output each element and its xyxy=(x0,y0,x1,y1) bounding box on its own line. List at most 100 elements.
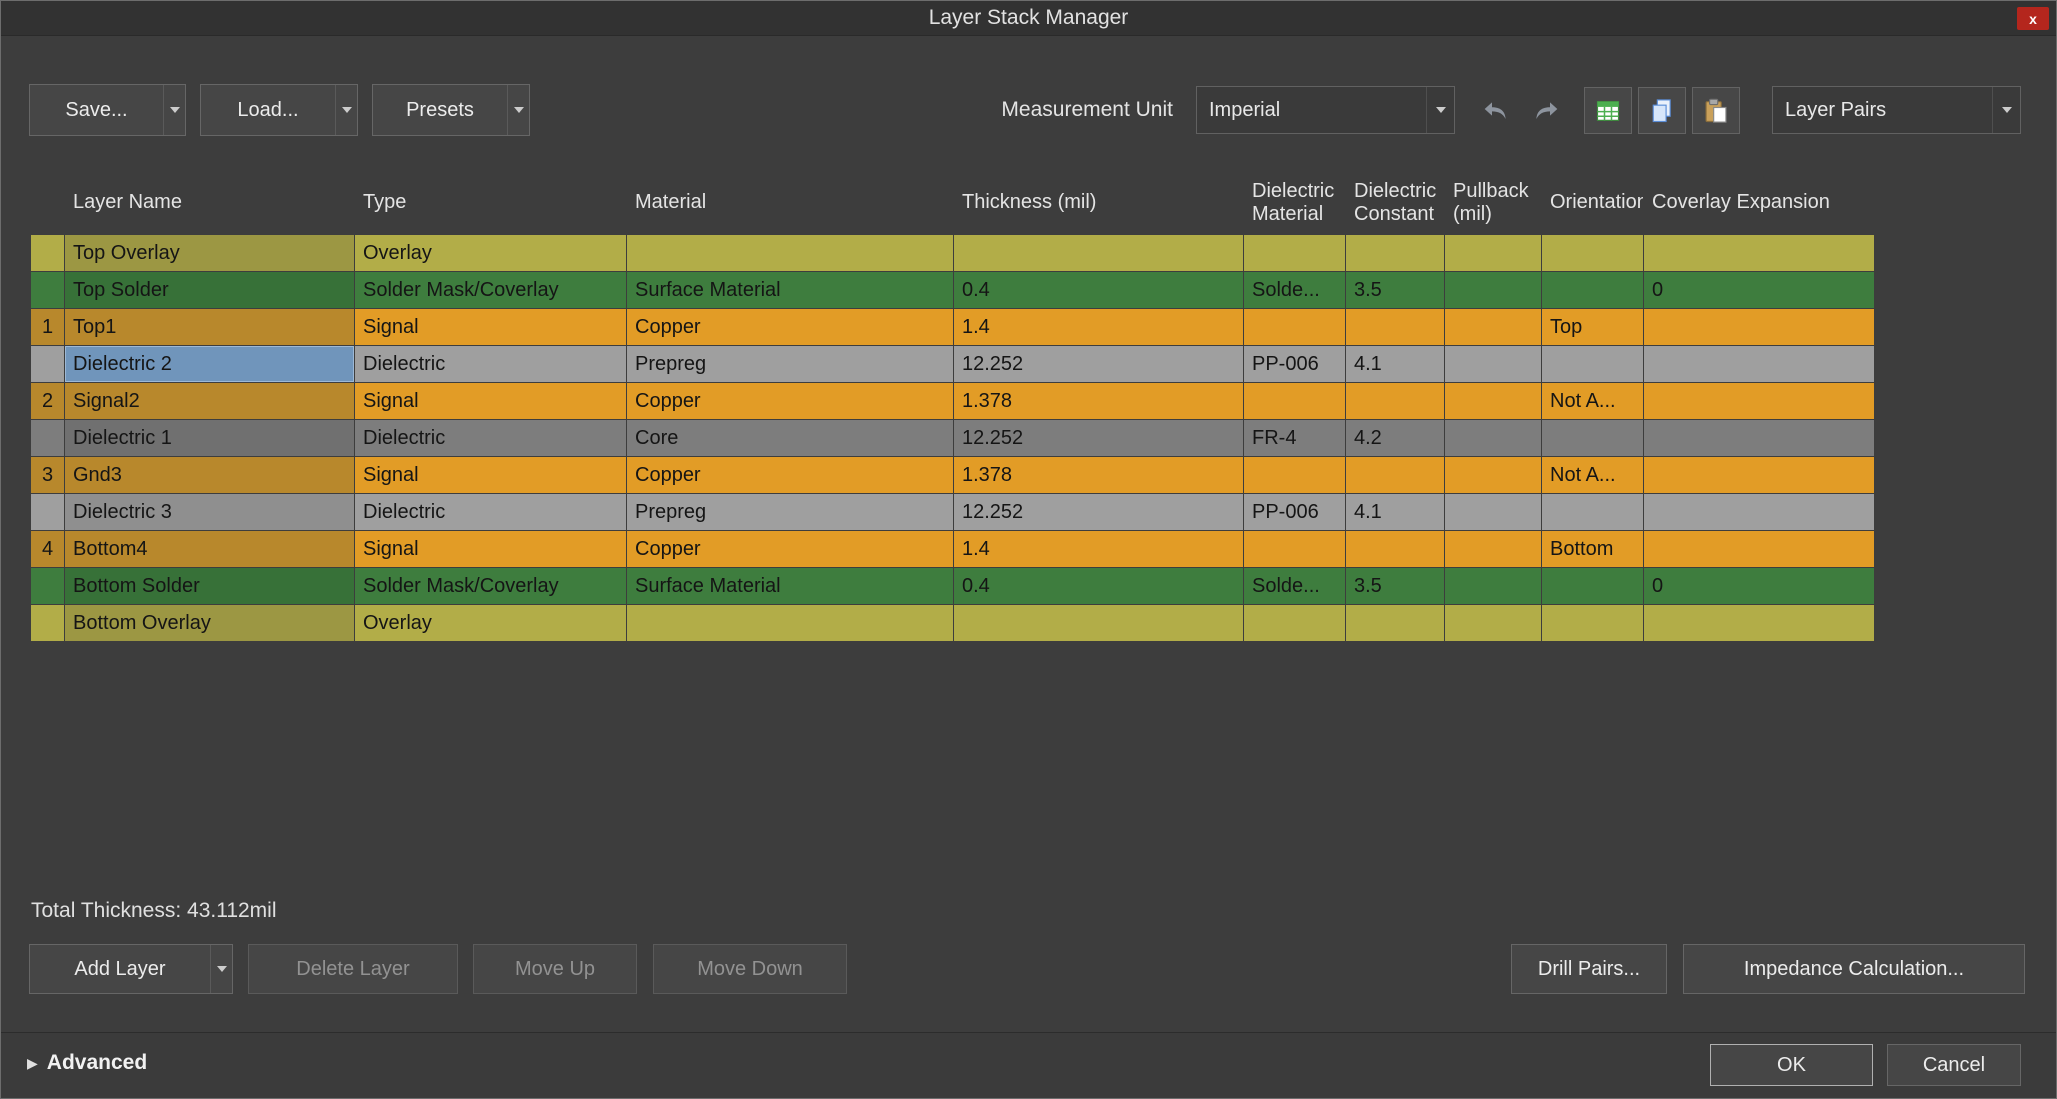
cell-layer-name[interactable]: Bottom4 xyxy=(65,531,354,567)
cell-orientation[interactable] xyxy=(1542,346,1643,382)
impedance-calculation-button[interactable]: Impedance Calculation... xyxy=(1683,944,2025,994)
cell-coverlay-expansion[interactable] xyxy=(1644,235,1874,271)
cell-pullback[interactable] xyxy=(1445,235,1541,271)
cell-material[interactable]: Prepreg xyxy=(627,494,953,530)
cell-layer-name[interactable]: Top Solder xyxy=(65,272,354,308)
cell-material[interactable]: Copper xyxy=(627,383,953,419)
cell-material[interactable]: Core xyxy=(627,420,953,456)
cell-row-selector[interactable]: 3 xyxy=(31,457,64,493)
cell-thickness[interactable]: 1.378 xyxy=(954,383,1243,419)
cell-pullback[interactable] xyxy=(1445,605,1541,641)
cell-thickness[interactable]: 1.4 xyxy=(954,531,1243,567)
cancel-button[interactable]: Cancel xyxy=(1887,1044,2021,1086)
cell-material[interactable]: Surface Material xyxy=(627,272,953,308)
cell-row-selector[interactable] xyxy=(31,605,64,641)
cell-dielectric-constant[interactable] xyxy=(1346,457,1444,493)
cell-layer-name[interactable]: Dielectric 2 xyxy=(65,346,354,382)
cell-dielectric-material[interactable]: Solde... xyxy=(1244,568,1345,604)
cell-coverlay-expansion[interactable] xyxy=(1644,420,1874,456)
cell-coverlay-expansion[interactable]: 0 xyxy=(1644,272,1874,308)
cell-thickness[interactable]: 12.252 xyxy=(954,420,1243,456)
edit-in-spreadsheet-button[interactable] xyxy=(1584,87,1632,134)
cell-dielectric-material[interactable] xyxy=(1244,531,1345,567)
cell-orientation[interactable] xyxy=(1542,568,1643,604)
save-dropdown-arrow[interactable] xyxy=(163,85,185,135)
cell-material[interactable]: Copper xyxy=(627,309,953,345)
cell-material[interactable]: Copper xyxy=(627,531,953,567)
undo-button[interactable] xyxy=(1473,88,1519,134)
cell-layer-name[interactable]: Top1 xyxy=(65,309,354,345)
cell-thickness[interactable]: 0.4 xyxy=(954,568,1243,604)
cell-type[interactable]: Solder Mask/Coverlay xyxy=(355,272,626,308)
cell-dielectric-material[interactable] xyxy=(1244,605,1345,641)
cell-layer-name[interactable]: Dielectric 1 xyxy=(65,420,354,456)
delete-layer-button[interactable]: Delete Layer xyxy=(248,944,458,994)
cell-pullback[interactable] xyxy=(1445,383,1541,419)
cell-coverlay-expansion[interactable] xyxy=(1644,605,1874,641)
cell-orientation[interactable]: Bottom xyxy=(1542,531,1643,567)
cell-pullback[interactable] xyxy=(1445,568,1541,604)
layer-pairs-dropdown[interactable] xyxy=(1992,87,2020,133)
copy-button[interactable] xyxy=(1638,87,1686,134)
cell-pullback[interactable] xyxy=(1445,494,1541,530)
cell-type[interactable]: Overlay xyxy=(355,605,626,641)
cell-material[interactable] xyxy=(627,235,953,271)
cell-pullback[interactable] xyxy=(1445,420,1541,456)
cell-pullback[interactable] xyxy=(1445,457,1541,493)
cell-dielectric-constant[interactable]: 3.5 xyxy=(1346,568,1444,604)
cell-dielectric-material[interactable]: FR-4 xyxy=(1244,420,1345,456)
cell-type[interactable]: Overlay xyxy=(355,235,626,271)
cell-dielectric-material[interactable]: Solde... xyxy=(1244,272,1345,308)
cell-pullback[interactable] xyxy=(1445,272,1541,308)
cell-dielectric-material[interactable] xyxy=(1244,309,1345,345)
cell-type[interactable]: Solder Mask/Coverlay xyxy=(355,568,626,604)
presets-button[interactable]: Presets xyxy=(372,84,530,136)
cell-dielectric-material[interactable]: PP-006 xyxy=(1244,346,1345,382)
cell-layer-name[interactable]: Top Overlay xyxy=(65,235,354,271)
redo-button[interactable] xyxy=(1523,88,1569,134)
presets-dropdown-arrow[interactable] xyxy=(507,85,529,135)
cell-dielectric-constant[interactable] xyxy=(1346,531,1444,567)
cell-type[interactable]: Signal xyxy=(355,383,626,419)
layer-pairs-select[interactable]: Layer Pairs xyxy=(1772,86,2021,134)
cell-thickness[interactable]: 12.252 xyxy=(954,346,1243,382)
cell-type[interactable]: Signal xyxy=(355,457,626,493)
cell-layer-name[interactable]: Dielectric 3 xyxy=(65,494,354,530)
cell-thickness[interactable] xyxy=(954,235,1243,271)
cell-pullback[interactable] xyxy=(1445,531,1541,567)
cell-row-selector[interactable] xyxy=(31,346,64,382)
cell-dielectric-constant[interactable]: 3.5 xyxy=(1346,272,1444,308)
drill-pairs-button[interactable]: Drill Pairs... xyxy=(1511,944,1667,994)
cell-orientation[interactable] xyxy=(1542,272,1643,308)
cell-coverlay-expansion[interactable] xyxy=(1644,494,1874,530)
close-icon[interactable]: x xyxy=(2017,7,2049,30)
add-layer-button[interactable]: Add Layer xyxy=(29,944,233,994)
cell-thickness[interactable]: 1.4 xyxy=(954,309,1243,345)
cell-type[interactable]: Signal xyxy=(355,309,626,345)
cell-dielectric-material[interactable]: PP-006 xyxy=(1244,494,1345,530)
cell-material[interactable] xyxy=(627,605,953,641)
cell-coverlay-expansion[interactable] xyxy=(1644,457,1874,493)
cell-row-selector[interactable]: 4 xyxy=(31,531,64,567)
cell-thickness[interactable]: 0.4 xyxy=(954,272,1243,308)
cell-row-selector[interactable] xyxy=(31,420,64,456)
cell-dielectric-material[interactable] xyxy=(1244,383,1345,419)
cell-orientation[interactable] xyxy=(1542,235,1643,271)
cell-layer-name[interactable]: Gnd3 xyxy=(65,457,354,493)
cell-layer-name[interactable]: Bottom Overlay xyxy=(65,605,354,641)
cell-dielectric-constant[interactable] xyxy=(1346,383,1444,419)
cell-thickness[interactable] xyxy=(954,605,1243,641)
cell-pullback[interactable] xyxy=(1445,346,1541,382)
cell-row-selector[interactable] xyxy=(31,272,64,308)
cell-coverlay-expansion[interactable] xyxy=(1644,531,1874,567)
cell-material[interactable]: Surface Material xyxy=(627,568,953,604)
cell-orientation[interactable]: Not A... xyxy=(1542,457,1643,493)
cell-row-selector[interactable]: 2 xyxy=(31,383,64,419)
measurement-unit-dropdown[interactable] xyxy=(1426,87,1454,133)
cell-layer-name[interactable]: Signal2 xyxy=(65,383,354,419)
cell-orientation[interactable] xyxy=(1542,605,1643,641)
cell-dielectric-constant[interactable]: 4.1 xyxy=(1346,494,1444,530)
cell-coverlay-expansion[interactable] xyxy=(1644,383,1874,419)
ok-button[interactable]: OK xyxy=(1710,1044,1873,1086)
cell-dielectric-constant[interactable]: 4.1 xyxy=(1346,346,1444,382)
